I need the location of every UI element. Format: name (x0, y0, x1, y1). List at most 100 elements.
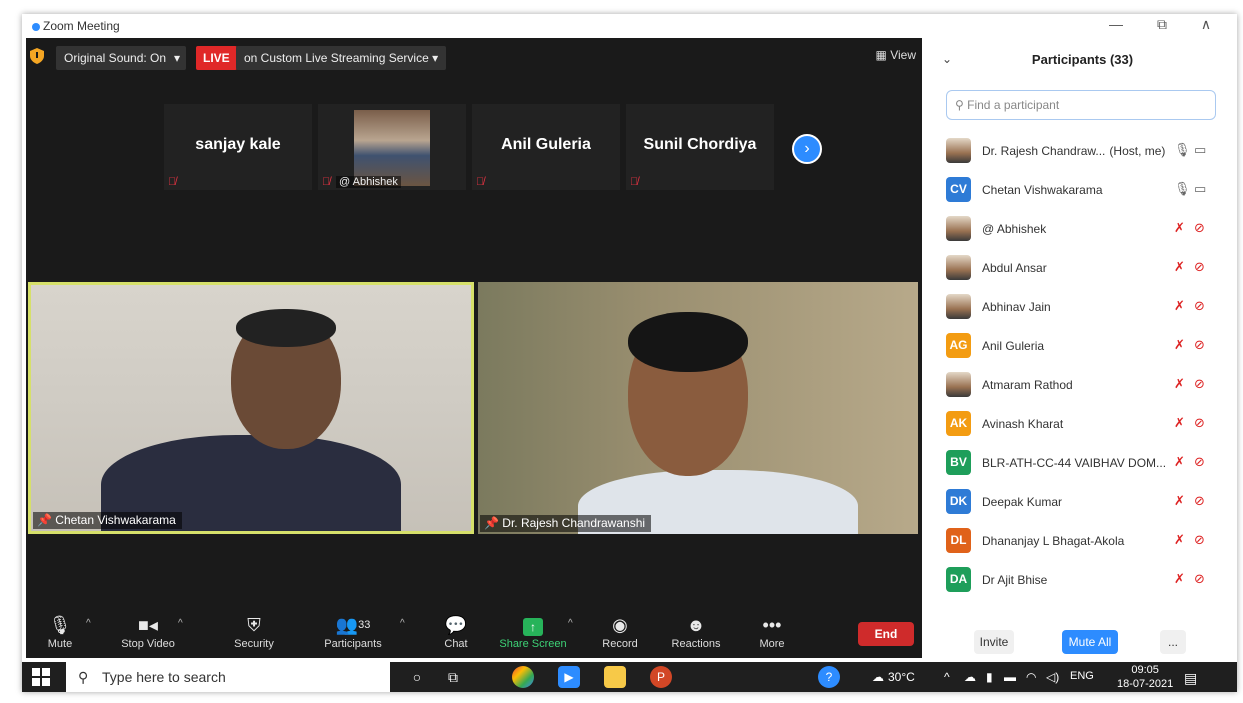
usb-icon[interactable]: ▮ (986, 670, 993, 684)
task-view-icon[interactable]: ⧉ (442, 666, 464, 688)
person-silhouette (628, 312, 748, 372)
security-button[interactable]: ⛨ Security (230, 612, 278, 658)
more-button[interactable]: ••• More (754, 612, 790, 658)
powerpoint-icon[interactable]: P (650, 666, 672, 688)
video-off-icon[interactable]: ⊘ (1194, 376, 1205, 392)
collapse-button[interactable]: ∧ (1194, 16, 1218, 33)
participant-row[interactable]: BV BLR-ATH-CC-44 VAIBHAV DOM... ✗ ⊘ (928, 444, 1237, 483)
video-off-icon[interactable]: ⊘ (1194, 415, 1205, 431)
participant-name: @ Abhishek (982, 222, 1168, 236)
mic-muted-icon[interactable]: ✗ (1174, 220, 1185, 236)
weather-cloud-icon[interactable]: ☁ (872, 670, 884, 684)
battery-icon[interactable]: ▬ (1004, 670, 1016, 684)
invite-button[interactable]: Invite (974, 630, 1014, 654)
share-screen-button[interactable]: ↑ Share Screen (498, 612, 568, 658)
tray-expand-icon[interactable]: ^ (944, 670, 950, 684)
mic-muted-icon[interactable]: ✗ (1174, 532, 1185, 548)
reactions-button[interactable]: ☻ Reactions (666, 612, 726, 658)
mic-muted-icon[interactable]: ✗ (1174, 337, 1185, 353)
meeting-toolbar: 🎙 Mute ^ ■◂ Stop Video ^ ⛨ Security 👥33 … (26, 612, 922, 658)
taskbar-search-input[interactable]: ⚲ Type here to search (66, 662, 390, 692)
video-off-icon[interactable]: ⊘ (1194, 532, 1205, 548)
mute-button[interactable]: 🎙 Mute (40, 612, 80, 658)
reactions-label: Reactions (671, 638, 721, 650)
mic-muted-icon[interactable]: ✗ (1174, 376, 1185, 392)
speaker-icon[interactable]: ◁) (1046, 670, 1059, 684)
next-page-button[interactable]: › (792, 134, 822, 164)
thumbnail-tile[interactable]: Anil Guleria 🎙̸ (472, 104, 620, 190)
record-button[interactable]: ◉ Record (598, 612, 642, 658)
mic-muted-icon[interactable]: ✗ (1174, 298, 1185, 314)
view-button[interactable]: ▦ View (876, 48, 916, 62)
video-camera-icon[interactable]: ▭ (1194, 142, 1206, 158)
video-off-icon[interactable]: ⊘ (1194, 220, 1205, 236)
audio-options-caret[interactable]: ^ (86, 618, 91, 629)
participant-row[interactable]: CV Chetan Vishwakarama 🎙 ▭ (928, 171, 1237, 210)
wifi-icon[interactable]: ◠ (1026, 670, 1036, 684)
mic-muted-icon[interactable]: ✗ (1174, 571, 1185, 587)
participant-row[interactable]: AK Avinash Kharat ✗ ⊘ (928, 405, 1237, 444)
participant-name: Deepak Kumar (982, 495, 1168, 509)
minimize-button[interactable]: — (1104, 16, 1128, 32)
streaming-dropdown[interactable]: on Custom Live Streaming Service ▾ (236, 46, 447, 70)
mic-muted-icon[interactable]: ✗ (1174, 493, 1185, 509)
thumbnail-tile[interactable]: 🎙̸ @ Abhishek (318, 104, 466, 190)
live-badge[interactable]: LIVE (196, 46, 237, 70)
windows-start-icon[interactable] (32, 668, 50, 686)
mic-muted-icon[interactable]: ✗ (1174, 415, 1185, 431)
cortana-icon[interactable]: ○ (406, 666, 428, 688)
participant-row[interactable]: DK Deepak Kumar ✗ ⊘ (928, 483, 1237, 522)
participant-search-input[interactable]: ⚲ Find a participant (946, 90, 1216, 120)
file-explorer-icon[interactable] (604, 666, 626, 688)
microphone-icon[interactable]: 🎙 (1174, 142, 1191, 158)
participant-row[interactable]: @ Abhishek ✗ ⊘ (928, 210, 1237, 249)
participant-avatar (946, 294, 971, 319)
microphone-icon[interactable]: 🎙 (1174, 181, 1191, 197)
participant-row[interactable]: DL Dhananjay L Bhagat-Akola ✗ ⊘ (928, 522, 1237, 561)
stop-video-button[interactable]: ■◂ Stop Video (116, 612, 180, 658)
original-sound-toggle[interactable]: Original Sound: On (56, 46, 175, 70)
participant-row[interactable]: AG Anil Guleria ✗ ⊘ (928, 327, 1237, 366)
chrome-icon[interactable] (512, 666, 534, 688)
video-tile[interactable]: 📌 Dr. Rajesh Chandrawanshi (478, 282, 918, 534)
participant-avatar: BV (946, 450, 971, 475)
chat-button[interactable]: 💬 Chat (438, 612, 474, 658)
participant-row[interactable]: Abhinav Jain ✗ ⊘ (928, 288, 1237, 327)
video-off-icon[interactable]: ⊘ (1194, 298, 1205, 314)
video-off-icon[interactable]: ⊘ (1194, 259, 1205, 275)
panel-more-button[interactable]: ... (1160, 630, 1186, 654)
participant-row[interactable]: Dr. Rajesh Chandraw... (Host, me) 🎙 ▭ (928, 132, 1237, 171)
video-off-icon[interactable]: ⊘ (1194, 493, 1205, 509)
thumbnail-tile[interactable]: sanjay kale 🎙̸ (164, 104, 312, 190)
onedrive-icon[interactable]: ☁ (964, 670, 976, 684)
mic-muted-icon[interactable]: ✗ (1174, 454, 1185, 470)
participant-row[interactable]: DA Dr Ajit Bhise ✗ ⊘ (928, 561, 1237, 600)
help-icon[interactable]: ? (818, 666, 840, 688)
participants-options-caret[interactable]: ^ (400, 618, 405, 629)
language-indicator[interactable]: ENG (1070, 670, 1094, 682)
mute-all-button[interactable]: Mute All (1062, 630, 1118, 654)
participant-avatar (946, 138, 971, 163)
shield-icon[interactable] (30, 48, 44, 64)
taskbar-clock[interactable]: 09:05 18-07-2021 (1117, 663, 1173, 691)
zoom-app-icon[interactable]: ▶ (558, 666, 580, 688)
thumbnail-tile[interactable]: Sunil Chordiya 🎙̸ (626, 104, 774, 190)
notifications-icon[interactable]: ▤ (1184, 670, 1197, 687)
participants-button[interactable]: 👥33 Participants (318, 612, 388, 658)
record-label: Record (602, 638, 638, 650)
original-sound-dropdown[interactable]: ▾ (168, 46, 187, 70)
participants-panel-title: Participants (33) (1031, 52, 1134, 67)
video-off-icon[interactable]: ⊘ (1194, 454, 1205, 470)
participant-row[interactable]: Atmaram Rathod ✗ ⊘ (928, 366, 1237, 405)
video-off-icon[interactable]: ⊘ (1194, 337, 1205, 353)
end-meeting-button[interactable]: End (858, 622, 914, 646)
participant-row[interactable]: Abdul Ansar ✗ ⊘ (928, 249, 1237, 288)
share-options-caret[interactable]: ^ (568, 618, 573, 629)
restore-button[interactable]: ⧉ (1150, 16, 1174, 33)
video-tile-active-speaker[interactable]: 📌 Chetan Vishwakarama (28, 282, 474, 534)
video-camera-icon[interactable]: ▭ (1194, 181, 1206, 197)
video-off-icon[interactable]: ⊘ (1194, 571, 1205, 587)
video-options-caret[interactable]: ^ (178, 618, 183, 629)
mic-muted-icon[interactable]: ✗ (1174, 259, 1185, 275)
participant-name-text: Dhananjay L Bhagat-Akola (982, 534, 1125, 548)
